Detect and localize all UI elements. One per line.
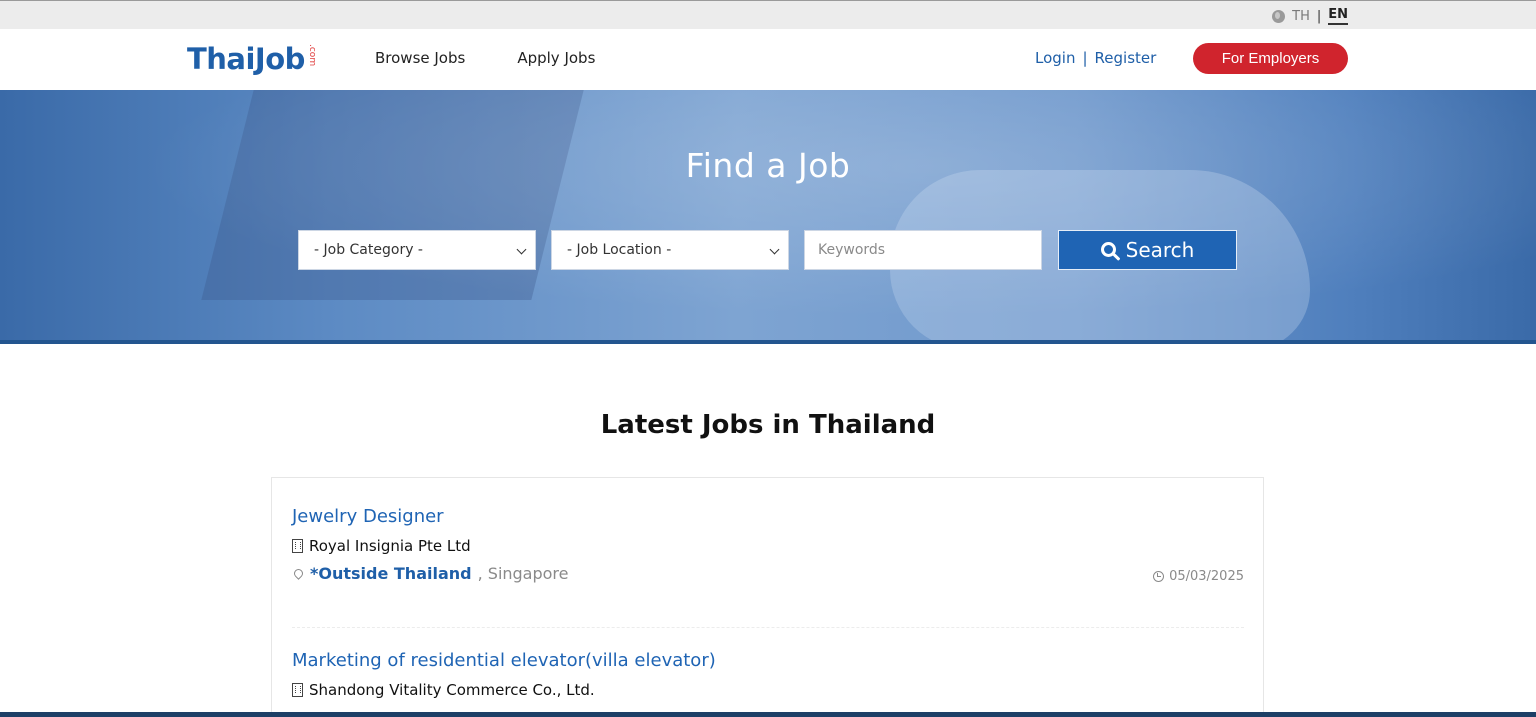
hero-bottom-border	[0, 340, 1536, 344]
job-category-select[interactable]: - Job Category -	[298, 230, 536, 270]
chevron-down-icon	[516, 244, 527, 255]
language-bar: TH | EN	[0, 0, 1536, 29]
building-icon	[292, 539, 303, 553]
main-nav: Browse Jobs Apply Jobs	[375, 49, 595, 67]
thaijob-logo[interactable]: ThaiJob .com	[187, 41, 317, 77]
nav-browse-jobs[interactable]: Browse Jobs	[375, 49, 465, 67]
clock-icon	[1153, 571, 1165, 582]
company-line: Shandong Vitality Commerce Co., Ltd.	[292, 681, 1244, 699]
hero-banner: Find a Job - Job Category - - Job Locati…	[0, 90, 1536, 344]
language-switcher: TH | EN	[1272, 7, 1348, 25]
post-date-value: 05/03/2025	[1169, 569, 1244, 584]
for-employers-button[interactable]: For Employers	[1193, 43, 1348, 74]
globe-icon	[1272, 9, 1286, 23]
hero-overlay	[0, 90, 1536, 344]
job-sublocation: , Singapore	[477, 564, 569, 583]
company-name: Royal Insignia Pte Ltd	[309, 537, 471, 555]
building-icon	[292, 683, 303, 697]
register-link[interactable]: Register	[1095, 49, 1157, 67]
job-title-link[interactable]: Marketing of residential elevator(villa …	[292, 650, 1244, 671]
site-header: ThaiJob .com Browse Jobs Apply Jobs Logi…	[0, 29, 1536, 90]
location-line: *Outside Thailand , Singapore	[292, 564, 1244, 583]
search-button-label: Search	[1125, 238, 1195, 262]
latest-jobs-heading: Latest Jobs in Thailand	[600, 410, 936, 440]
job-category-value: - Job Category -	[314, 242, 423, 258]
map-pin-icon	[292, 567, 305, 580]
logo-suffix: .com	[306, 44, 317, 67]
auth-links: Login | Register	[1035, 49, 1156, 67]
company-line: Royal Insignia Pte Ltd	[292, 537, 1244, 555]
hero-title: Find a Job	[685, 146, 851, 185]
lang-divider: |	[1316, 8, 1322, 24]
job-location-link[interactable]: *Outside Thailand	[310, 564, 472, 583]
company-name: Shandong Vitality Commerce Co., Ltd.	[309, 681, 595, 699]
login-link[interactable]: Login	[1035, 49, 1075, 67]
keywords-input[interactable]	[804, 230, 1042, 270]
job-card: Jewelry Designer Royal Insignia Pte Ltd …	[292, 506, 1244, 628]
job-card: Marketing of residential elevator(villa …	[292, 650, 1244, 699]
job-title-link[interactable]: Jewelry Designer	[292, 506, 1244, 527]
job-location-value: - Job Location -	[567, 242, 672, 258]
search-icon	[1100, 241, 1116, 257]
bottom-edge	[0, 712, 1536, 717]
job-location-select[interactable]: - Job Location -	[551, 230, 789, 270]
auth-divider: |	[1082, 49, 1088, 67]
chevron-down-icon	[769, 244, 780, 255]
jobs-list: Jewelry Designer Royal Insignia Pte Ltd …	[271, 477, 1264, 717]
search-button[interactable]: Search	[1058, 230, 1237, 270]
post-date: 05/03/2025	[1153, 569, 1244, 584]
nav-apply-jobs[interactable]: Apply Jobs	[517, 49, 595, 67]
logo-text: ThaiJob	[187, 42, 305, 76]
lang-th[interactable]: TH	[1292, 9, 1310, 24]
lang-en[interactable]: EN	[1328, 7, 1348, 25]
